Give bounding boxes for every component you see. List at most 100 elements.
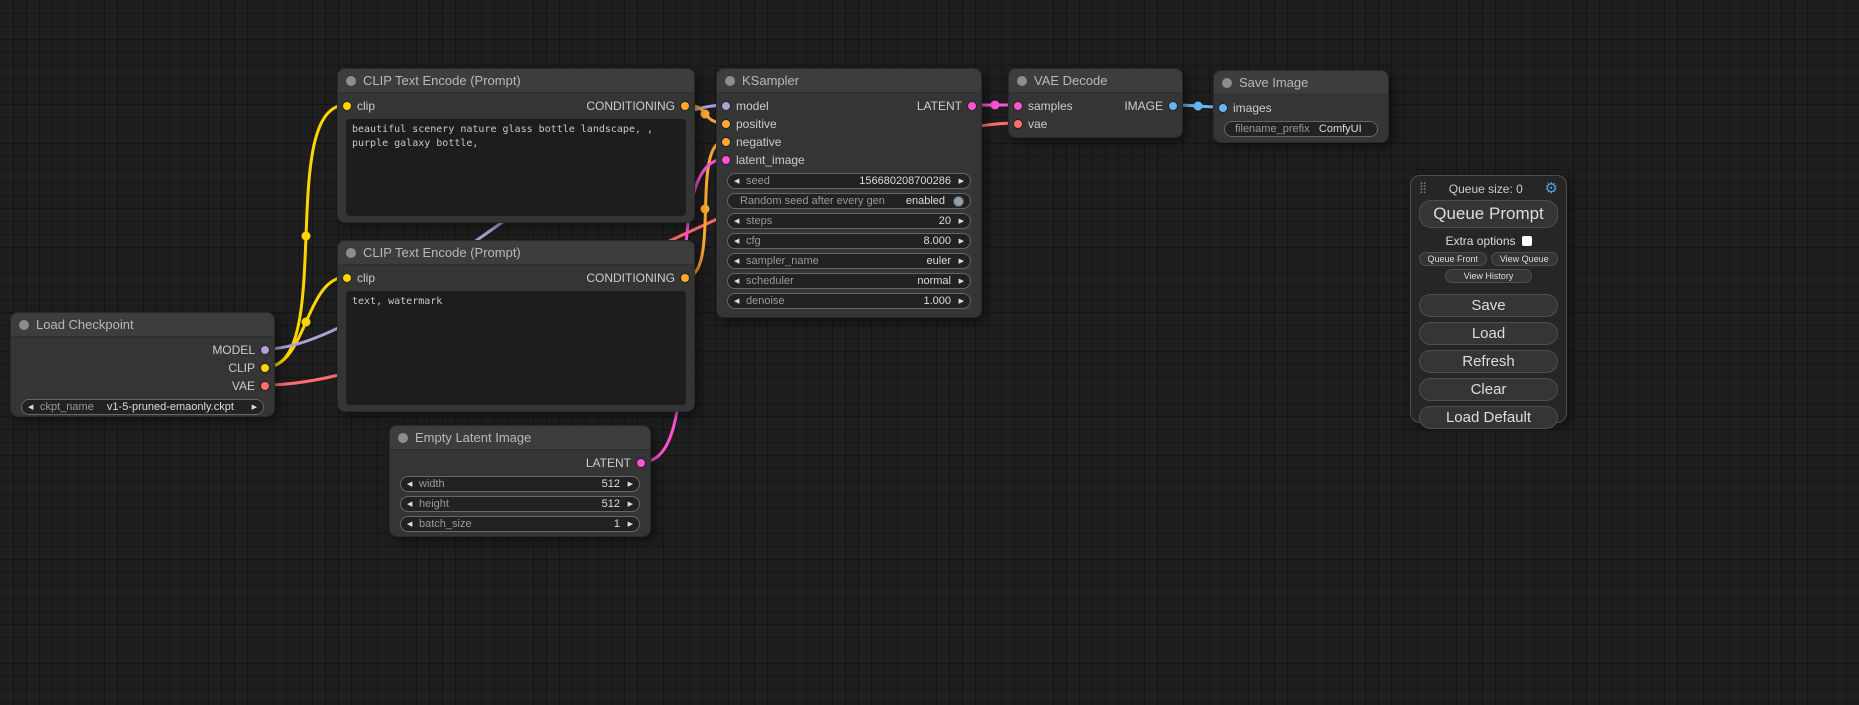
prompt-textarea[interactable]: beautiful scenery nature glass bottle la… xyxy=(346,119,686,216)
model-input-slot[interactable] xyxy=(722,102,730,110)
decrement-arrow-icon[interactable] xyxy=(734,178,744,185)
seed-widget[interactable]: seed 156680208700286 xyxy=(727,173,971,189)
scheduler-widget[interactable]: scheduler normal xyxy=(727,273,971,289)
increment-arrow-icon[interactable] xyxy=(954,178,964,185)
node-vae-decode[interactable]: VAE Decode samples IMAGE vae xyxy=(1008,68,1183,138)
node-titlebar[interactable]: Load Checkpoint xyxy=(11,313,274,337)
increment-arrow-icon[interactable] xyxy=(954,258,964,265)
model-output-label: MODEL xyxy=(212,343,255,357)
increment-arrow-icon[interactable] xyxy=(954,238,964,245)
clip-output-slot[interactable] xyxy=(261,364,269,372)
collapse-dot-icon[interactable] xyxy=(346,248,356,258)
drag-handle-icon[interactable] xyxy=(1419,183,1427,194)
node-titlebar[interactable]: Save Image xyxy=(1214,71,1388,95)
latent-image-input-label: latent_image xyxy=(736,153,805,167)
link-midpoint-dot xyxy=(1194,102,1203,111)
width-value: 512 xyxy=(602,478,620,490)
clear-button[interactable]: Clear xyxy=(1419,378,1558,401)
image-output-slot[interactable] xyxy=(1169,102,1177,110)
decrement-arrow-icon[interactable] xyxy=(407,521,417,528)
node-title: VAE Decode xyxy=(1034,73,1107,88)
prompt-textarea[interactable]: text, watermark xyxy=(346,291,686,405)
filename-prefix-widget[interactable]: filename_prefix ComfyUI xyxy=(1224,121,1378,137)
link-midpoint-dot xyxy=(701,205,710,214)
increment-arrow-icon[interactable] xyxy=(623,521,633,528)
collapse-dot-icon[interactable] xyxy=(1017,76,1027,86)
denoise-widget[interactable]: denoise 1.000 xyxy=(727,293,971,309)
increment-arrow-icon[interactable] xyxy=(954,278,964,285)
increment-arrow-icon[interactable] xyxy=(623,501,633,508)
decrement-arrow-icon[interactable] xyxy=(734,278,744,285)
decrement-arrow-icon[interactable] xyxy=(28,404,38,411)
queue-size-label: Queue size: 0 xyxy=(1449,182,1523,196)
refresh-button[interactable]: Refresh xyxy=(1419,350,1558,373)
ckpt-name-widget[interactable]: ckpt_name v1-5-pruned-emaonly.ckpt xyxy=(21,399,264,415)
vae-input-slot[interactable] xyxy=(1014,120,1022,128)
decrement-arrow-icon[interactable] xyxy=(734,258,744,265)
model-output-slot[interactable] xyxy=(261,346,269,354)
view-history-button[interactable]: View History xyxy=(1445,269,1531,283)
conditioning-output-slot[interactable] xyxy=(681,274,689,282)
queue-prompt-button[interactable]: Queue Prompt xyxy=(1419,200,1558,228)
cfg-label: cfg xyxy=(746,235,761,247)
node-titlebar[interactable]: Empty Latent Image xyxy=(390,426,650,450)
steps-widget[interactable]: steps 20 xyxy=(727,213,971,229)
queue-front-button[interactable]: Queue Front xyxy=(1419,252,1487,266)
node-ksampler[interactable]: KSampler model LATENT positive negative … xyxy=(716,68,982,318)
conditioning-output-slot[interactable] xyxy=(681,102,689,110)
decrement-arrow-icon[interactable] xyxy=(407,481,417,488)
ckpt-name-value: v1-5-pruned-emaonly.ckpt xyxy=(107,401,234,413)
increment-arrow-icon[interactable] xyxy=(954,298,964,305)
width-widget[interactable]: width 512 xyxy=(400,476,640,492)
latent-output-slot[interactable] xyxy=(637,459,645,467)
node-clip-text-encode-positive[interactable]: CLIP Text Encode (Prompt) clip CONDITION… xyxy=(337,68,695,223)
load-default-button[interactable]: Load Default xyxy=(1419,406,1558,429)
increment-arrow-icon[interactable] xyxy=(623,481,633,488)
decrement-arrow-icon[interactable] xyxy=(734,238,744,245)
collapse-dot-icon[interactable] xyxy=(346,76,356,86)
batch-size-widget[interactable]: batch_size 1 xyxy=(400,516,640,532)
node-titlebar[interactable]: VAE Decode xyxy=(1009,69,1182,93)
increment-arrow-icon[interactable] xyxy=(954,218,964,225)
images-input-slot[interactable] xyxy=(1219,104,1227,112)
samples-input-slot[interactable] xyxy=(1014,102,1022,110)
node-titlebar[interactable]: CLIP Text Encode (Prompt) xyxy=(338,69,694,93)
sampler-name-widget[interactable]: sampler_name euler xyxy=(727,253,971,269)
settings-gear-icon[interactable] xyxy=(1545,181,1558,196)
width-label: width xyxy=(419,478,445,490)
view-queue-button[interactable]: View Queue xyxy=(1491,252,1559,266)
seed-label: seed xyxy=(746,175,770,187)
clip-input-slot[interactable] xyxy=(343,102,351,110)
collapse-dot-icon[interactable] xyxy=(398,433,408,443)
increment-arrow-icon[interactable] xyxy=(247,404,257,411)
vae-output-label: VAE xyxy=(232,379,255,393)
node-save-image[interactable]: Save Image images filename_prefix ComfyU… xyxy=(1213,70,1389,143)
clip-input-slot[interactable] xyxy=(343,274,351,282)
decrement-arrow-icon[interactable] xyxy=(734,218,744,225)
positive-input-slot[interactable] xyxy=(722,120,730,128)
extra-options-checkbox[interactable] xyxy=(1522,236,1532,246)
vae-output-slot[interactable] xyxy=(261,382,269,390)
latent-image-input-slot[interactable] xyxy=(722,156,730,164)
node-empty-latent-image[interactable]: Empty Latent Image LATENT width 512 heig… xyxy=(389,425,651,537)
latent-output-slot[interactable] xyxy=(968,102,976,110)
node-clip-text-encode-negative[interactable]: CLIP Text Encode (Prompt) clip CONDITION… xyxy=(337,240,695,412)
random-seed-toggle-widget[interactable]: Random seed after every gen enabled xyxy=(727,193,971,209)
save-button[interactable]: Save xyxy=(1419,294,1558,317)
link-midpoint-dot xyxy=(302,318,311,327)
decrement-arrow-icon[interactable] xyxy=(734,298,744,305)
collapse-dot-icon[interactable] xyxy=(1222,78,1232,88)
decrement-arrow-icon[interactable] xyxy=(407,501,417,508)
extra-options-label: Extra options xyxy=(1445,234,1515,248)
negative-input-slot[interactable] xyxy=(722,138,730,146)
collapse-dot-icon[interactable] xyxy=(19,320,29,330)
collapse-dot-icon[interactable] xyxy=(725,76,735,86)
cfg-widget[interactable]: cfg 8.000 xyxy=(727,233,971,249)
height-widget[interactable]: height 512 xyxy=(400,496,640,512)
toggle-indicator-icon[interactable] xyxy=(953,196,964,207)
node-load-checkpoint[interactable]: Load Checkpoint MODEL CLIP VAE ckpt_name… xyxy=(10,312,275,417)
model-input-label: model xyxy=(736,99,769,113)
node-titlebar[interactable]: KSampler xyxy=(717,69,981,93)
node-titlebar[interactable]: CLIP Text Encode (Prompt) xyxy=(338,241,694,265)
load-button[interactable]: Load xyxy=(1419,322,1558,345)
